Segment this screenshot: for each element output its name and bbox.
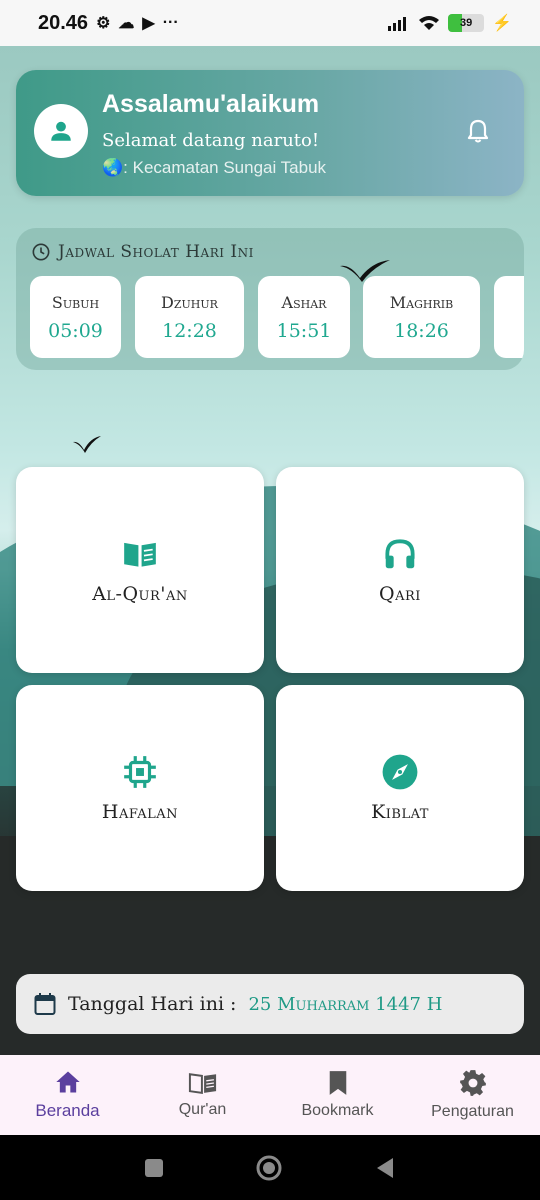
prayer-time-dzuhur: Dzuhur 12:28 xyxy=(135,276,244,358)
status-time: 20.46 xyxy=(38,11,89,34)
nav-pengaturan[interactable]: Pengaturan xyxy=(405,1055,540,1135)
charging-icon: ⚡ xyxy=(492,15,512,32)
prayer-time-isya xyxy=(494,276,524,358)
avatar[interactable] xyxy=(34,104,88,158)
date-label: Tanggal Hari ini : xyxy=(68,993,237,1015)
nav-bookmark-label: Bookmark xyxy=(301,1102,374,1119)
nav-bookmark[interactable]: Bookmark xyxy=(270,1055,405,1135)
notification-button[interactable] xyxy=(466,118,490,149)
qari-menu-label: Qari xyxy=(379,583,421,605)
prayer-schedule-title: Jadwal Sholat Hari Ini xyxy=(32,242,254,262)
home-screen: Assalamu'alaikum Selamat datang naruto! … xyxy=(0,46,540,1055)
wifi-icon xyxy=(419,16,440,30)
bird-icon xyxy=(340,260,390,282)
system-navigation-bar xyxy=(0,1135,540,1200)
settings-status-icon: ⚙ xyxy=(96,15,111,32)
status-bar: 20.46 ⚙ ☁ ▶ ··· 39 ⚡ xyxy=(0,0,540,46)
hafalan-menu-card[interactable]: Hafalan xyxy=(16,685,264,891)
bird-icon xyxy=(73,436,101,453)
bookmark-icon xyxy=(329,1071,346,1095)
more-status-icon: ··· xyxy=(162,14,179,31)
nav-pengaturan-label: Pengaturan xyxy=(431,1103,514,1120)
back-button[interactable] xyxy=(373,1156,397,1180)
quran-menu-card[interactable]: Al-Qur'an xyxy=(16,467,264,673)
kiblat-menu-card[interactable]: Kiblat xyxy=(276,685,524,891)
memory-chip-icon xyxy=(124,756,156,788)
bell-icon xyxy=(467,119,489,143)
prayer-schedule-card: Jadwal Sholat Hari Ini Subuh 05:09 Dzuhu… xyxy=(16,228,524,370)
nav-beranda-label: Beranda xyxy=(35,1101,100,1120)
hijri-date-bar: Tanggal Hari ini : 25 Muharram 1447 H xyxy=(16,974,524,1034)
kiblat-menu-label: Kiblat xyxy=(371,801,429,823)
youtube-status-icon: ▶ xyxy=(142,15,155,32)
headphones-icon xyxy=(385,539,415,569)
gear-icon xyxy=(459,1070,486,1096)
nav-quran[interactable]: Qur'an xyxy=(135,1055,270,1135)
prayer-time-subuh: Subuh 05:09 xyxy=(30,276,121,358)
bottom-navigation: Beranda Qur'an Bookmark Pengaturan xyxy=(0,1055,540,1135)
book-open-icon xyxy=(124,542,156,567)
user-icon xyxy=(51,121,71,141)
prayer-time-maghrib: Maghrib 18:26 xyxy=(363,276,480,358)
welcome-text: Selamat datang naruto! xyxy=(102,130,320,151)
greeting-title: Assalamu'alaikum xyxy=(102,90,320,118)
greeting-card: Assalamu'alaikum Selamat datang naruto! … xyxy=(16,70,524,196)
clock-icon xyxy=(32,243,50,261)
signal-icon xyxy=(388,17,407,31)
nav-quran-label: Qur'an xyxy=(178,1101,227,1118)
compass-icon xyxy=(382,754,418,790)
location-text: 🌏: Kecamatan Sungai Tabuk xyxy=(102,158,327,177)
home-icon xyxy=(55,1071,80,1093)
hafalan-menu-label: Hafalan xyxy=(101,801,179,823)
home-button[interactable] xyxy=(255,1154,283,1182)
qari-menu-card[interactable]: Qari xyxy=(276,467,524,673)
battery-icon: 39 xyxy=(448,14,485,32)
book-icon xyxy=(188,1073,216,1094)
recents-button[interactable] xyxy=(143,1157,165,1179)
quran-menu-label: Al-Qur'an xyxy=(92,583,188,605)
prayer-time-ashar: Ashar 15:51 xyxy=(258,276,350,358)
calendar-icon xyxy=(34,993,56,1015)
hijri-date-value: 25 Muharram 1447 H xyxy=(248,993,443,1015)
nav-beranda[interactable]: Beranda xyxy=(0,1055,135,1135)
cloud-status-icon: ☁ xyxy=(118,15,135,32)
